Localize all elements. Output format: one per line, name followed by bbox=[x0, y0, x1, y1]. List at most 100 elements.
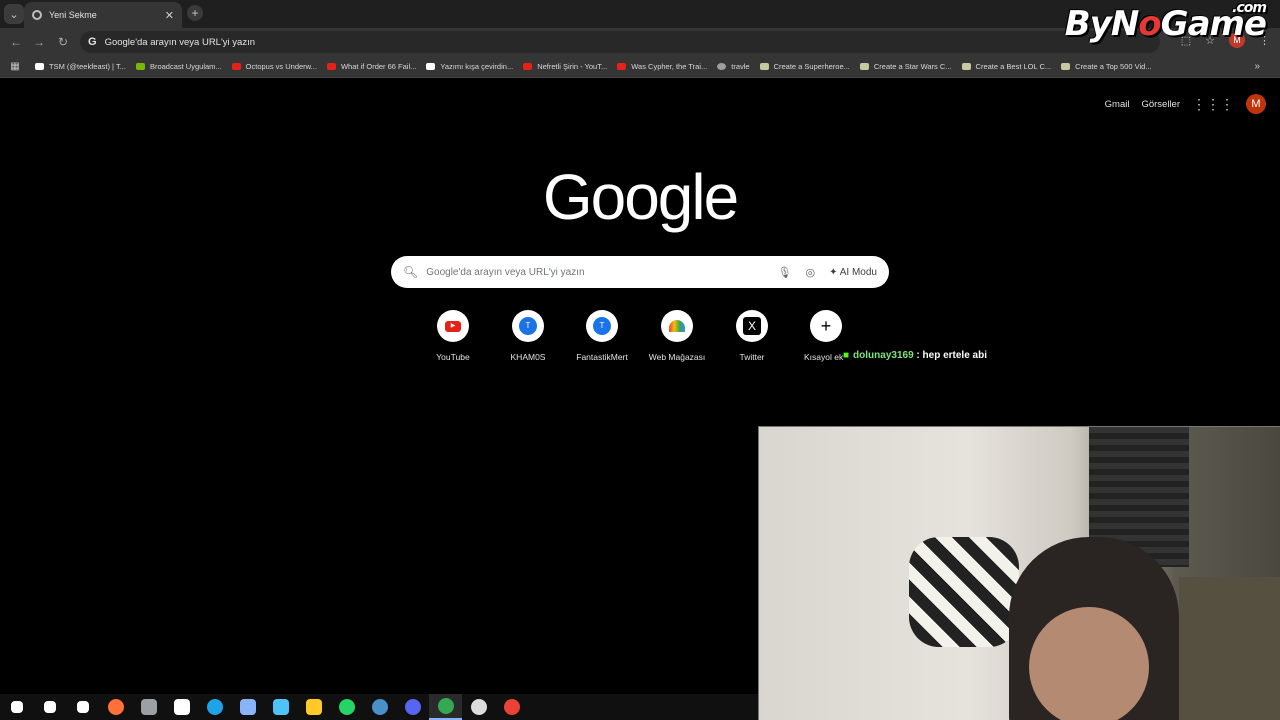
search-box[interactable]: 🔍︎ Google'da arayın veya URL'yi yazın 🎙︎… bbox=[391, 256, 889, 288]
search-icon: 🔍︎ bbox=[403, 265, 419, 279]
tiktok-icon bbox=[426, 63, 436, 70]
google-account-avatar[interactable]: M bbox=[1246, 94, 1266, 114]
chrome-icon bbox=[503, 699, 520, 715]
taskbar-item[interactable] bbox=[165, 694, 198, 720]
webcam-bed bbox=[1179, 577, 1280, 720]
webcam-face bbox=[1029, 607, 1149, 720]
taskbar-item[interactable] bbox=[132, 694, 165, 720]
steam-icon bbox=[371, 699, 388, 715]
shortcut-label: Twitter bbox=[739, 352, 765, 362]
microphone-icon[interactable]: 🎙︎ bbox=[778, 266, 792, 279]
letter-t-icon: T bbox=[519, 317, 537, 335]
youtube-icon bbox=[523, 63, 533, 70]
tab-title: Yeni Sekme bbox=[49, 10, 97, 20]
chrome-icon bbox=[437, 698, 454, 714]
taskbar-item[interactable] bbox=[66, 694, 99, 720]
web-store-icon bbox=[669, 320, 685, 332]
taskbar bbox=[0, 694, 758, 720]
bookmark-item[interactable]: What if Order 66 Fail... bbox=[322, 62, 421, 71]
taskbar-item[interactable] bbox=[33, 694, 66, 720]
youtube-icon bbox=[231, 63, 241, 70]
discord-icon bbox=[404, 699, 421, 715]
edge-icon bbox=[206, 699, 223, 715]
shortcut-label: Kısayol ek bbox=[804, 352, 844, 362]
firefox-icon bbox=[107, 699, 124, 715]
nvidia-icon bbox=[135, 63, 145, 70]
close-tab-icon[interactable]: ✕ bbox=[165, 9, 174, 22]
taskbar-item[interactable] bbox=[198, 694, 231, 720]
google-apps-icon[interactable]: ⋮⋮⋮ bbox=[1192, 96, 1234, 113]
taskbar-item[interactable] bbox=[330, 694, 363, 720]
shortcut-label: FantastikMert bbox=[576, 352, 628, 362]
compass-icon bbox=[717, 63, 727, 70]
overlay-logo: ByNoGame .com bbox=[1064, 0, 1267, 44]
bookmark-item[interactable]: Was Cypher, the Trai... bbox=[612, 62, 712, 71]
bookmark-item[interactable]: Create a Best LOL C... bbox=[957, 62, 1057, 71]
ai-mode-button[interactable]: ✦ AI Modu bbox=[829, 267, 877, 278]
youtube-icon: ▶ bbox=[445, 320, 461, 332]
search-input[interactable]: Google'da arayın veya URL'yi yazın bbox=[426, 267, 584, 278]
bookmark-item[interactable]: Create a Star Wars C... bbox=[855, 62, 957, 71]
chat-message: ■ dolunay3169 : hep ertele abi bbox=[843, 350, 987, 361]
taskbar-item[interactable] bbox=[462, 694, 495, 720]
tab-search-button[interactable]: ⌄ bbox=[4, 4, 24, 24]
reload-button[interactable]: ↻ bbox=[55, 34, 71, 50]
obs-icon bbox=[470, 699, 487, 715]
search-icon bbox=[43, 701, 56, 713]
shortcut-youtube[interactable]: ▶ YouTube bbox=[413, 310, 493, 362]
plus-icon: + bbox=[820, 315, 832, 336]
bookmark-item[interactable]: TSM (@teekfeast) | T... bbox=[30, 62, 131, 71]
whatsapp-icon bbox=[338, 699, 355, 715]
bookmark-item[interactable]: Nefretli Şirin - YouT... bbox=[518, 62, 612, 71]
webcam-feed bbox=[758, 426, 1280, 720]
taskbar-item[interactable] bbox=[363, 694, 396, 720]
youtube-icon bbox=[326, 63, 336, 70]
webcam-chair bbox=[909, 537, 1019, 647]
google-header: Gmail Görseller ⋮⋮⋮ M bbox=[1105, 94, 1266, 114]
taskbar-item[interactable] bbox=[495, 694, 528, 720]
shortcut-web-store[interactable]: Web Mağazası bbox=[637, 310, 717, 362]
taskbar-item[interactable] bbox=[429, 694, 462, 720]
bookmark-item[interactable]: Create a Superheroe... bbox=[755, 62, 855, 71]
bookmark-item[interactable]: Yazımı kışa çevirdin... bbox=[421, 62, 518, 71]
lens-icon[interactable]: ◎ bbox=[806, 266, 816, 279]
tab-new-tab[interactable]: Yeni Sekme ✕ bbox=[24, 2, 182, 28]
store-icon bbox=[173, 699, 190, 715]
folder-icon bbox=[305, 699, 322, 715]
taskbar-item[interactable] bbox=[0, 694, 33, 720]
bookmarks-overflow-icon[interactable]: » bbox=[1254, 61, 1260, 72]
taskbar-item[interactable] bbox=[396, 694, 429, 720]
youtube-icon bbox=[617, 63, 627, 70]
back-button[interactable]: ← bbox=[8, 34, 24, 50]
shortcut-fantastikmert[interactable]: T FantastikMert bbox=[562, 310, 642, 362]
taskbar-item[interactable] bbox=[297, 694, 330, 720]
screen: ⌄ Yeni Sekme ✕ + ← → ↻ G Google'da arayı… bbox=[0, 0, 1280, 720]
x-icon: X bbox=[743, 317, 761, 335]
taskbar-item[interactable] bbox=[99, 694, 132, 720]
forward-button[interactable]: → bbox=[31, 34, 47, 50]
tiktok-icon bbox=[35, 63, 44, 70]
shortcut-label: KHAM0S bbox=[510, 352, 546, 362]
taskbar-item[interactable] bbox=[264, 694, 297, 720]
bookmarks-bar: ▦ TSM (@teekfeast) | T... Broadcast Uygu… bbox=[0, 56, 1280, 78]
gmail-link[interactable]: Gmail bbox=[1105, 99, 1130, 110]
bookmark-item[interactable]: travle bbox=[712, 62, 754, 71]
letter-t-icon: T bbox=[593, 317, 611, 335]
bookmark-item[interactable]: Create a Top 500 Vid... bbox=[1056, 62, 1156, 71]
shortcut-kham0s[interactable]: T KHAM0S bbox=[488, 310, 568, 362]
app-icon bbox=[239, 699, 256, 715]
google-icon: G bbox=[88, 36, 97, 48]
address-bar[interactable]: G Google'da arayın veya URL'yi yazın bbox=[80, 31, 1160, 53]
bookmark-item[interactable]: Octopus vs Underw... bbox=[227, 62, 322, 71]
apps-grid-icon[interactable]: ▦ bbox=[0, 61, 30, 72]
images-link[interactable]: Görseller bbox=[1141, 99, 1180, 110]
new-tab-button[interactable]: + bbox=[187, 5, 203, 21]
google-logo: Google bbox=[542, 161, 739, 233]
chevron-down-icon: ⌄ bbox=[9, 8, 19, 21]
bookmark-item[interactable]: Broadcast Uygulam... bbox=[131, 62, 227, 71]
tier-list-icon bbox=[1061, 63, 1071, 70]
chat-username: dolunay3169 bbox=[853, 350, 914, 361]
taskbar-item[interactable] bbox=[231, 694, 264, 720]
shortcut-twitter[interactable]: X Twitter bbox=[712, 310, 792, 362]
tier-list-icon bbox=[759, 63, 769, 70]
